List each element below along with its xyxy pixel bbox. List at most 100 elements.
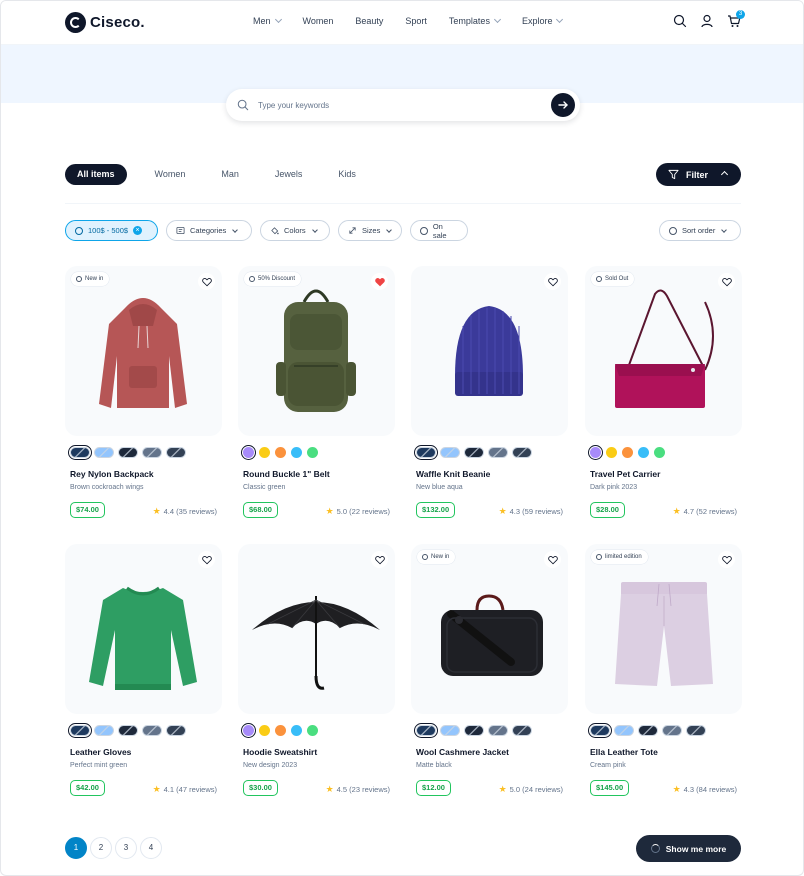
star-icon: ★ — [325, 784, 334, 794]
product-name[interactable]: Ella Leather Tote — [590, 747, 658, 757]
nav-label: Explore — [521, 16, 553, 26]
favorite-button[interactable] — [198, 551, 215, 568]
favorite-button[interactable] — [371, 551, 388, 568]
product-image[interactable] — [238, 266, 395, 436]
image-swatch[interactable] — [440, 725, 460, 736]
nav-templates[interactable]: Templates — [449, 15, 501, 26]
product-image[interactable] — [65, 266, 222, 436]
color-swatch[interactable] — [590, 447, 601, 458]
cart-icon[interactable]: 3 — [727, 10, 745, 28]
tab-women[interactable]: Women — [143, 164, 198, 185]
color-swatch[interactable] — [259, 447, 270, 458]
favorite-button[interactable] — [718, 273, 735, 290]
image-swatch[interactable] — [662, 725, 682, 736]
product-image[interactable] — [238, 544, 395, 714]
filter-icon — [668, 169, 679, 180]
tab-kids[interactable]: Kids — [326, 164, 368, 185]
categories-chip[interactable]: Categories — [166, 220, 252, 241]
nav-beauty[interactable]: Beauty — [355, 16, 383, 26]
color-swatch[interactable] — [275, 725, 286, 736]
badge-label: New in — [431, 554, 450, 560]
search-icon[interactable] — [673, 14, 687, 28]
product-name[interactable]: Leather Gloves — [70, 747, 131, 757]
colors-chip[interactable]: Colors — [260, 220, 330, 241]
image-swatch[interactable] — [118, 447, 138, 458]
search-submit-button[interactable] — [551, 93, 575, 117]
image-swatch[interactable] — [68, 445, 92, 460]
color-swatch[interactable] — [622, 447, 633, 458]
color-swatch[interactable] — [275, 447, 286, 458]
image-swatch[interactable] — [614, 725, 634, 736]
image-swatch[interactable] — [166, 447, 186, 458]
favorite-button[interactable] — [718, 551, 735, 568]
color-swatch[interactable] — [259, 725, 270, 736]
image-swatch[interactable] — [512, 447, 532, 458]
page-1-button[interactable]: 1 — [65, 837, 87, 859]
image-swatch[interactable] — [118, 725, 138, 736]
product-name[interactable]: Waffle Knit Beanie — [416, 469, 490, 479]
image-swatch[interactable] — [142, 447, 162, 458]
color-swatch[interactable] — [243, 725, 254, 736]
product-image[interactable] — [585, 544, 742, 714]
nav-sport[interactable]: Sport — [405, 16, 427, 26]
color-swatch[interactable] — [307, 447, 318, 458]
product-name[interactable]: Round Buckle 1" Belt — [243, 469, 330, 479]
product-image[interactable] — [411, 266, 568, 436]
tab-all-items[interactable]: All items — [65, 164, 127, 185]
product-name[interactable]: Rey Nylon Backpack — [70, 469, 154, 479]
clear-icon[interactable]: × — [133, 226, 143, 235]
nav-men[interactable]: Men — [253, 15, 282, 26]
image-swatch[interactable] — [414, 723, 438, 738]
image-swatch[interactable] — [488, 725, 508, 736]
favorite-button[interactable] — [544, 551, 561, 568]
filter-button[interactable]: Filter — [656, 163, 741, 186]
color-swatch[interactable] — [606, 447, 617, 458]
color-swatch[interactable] — [243, 447, 254, 458]
favorite-button[interactable] — [371, 273, 388, 290]
page-4-button[interactable]: 4 — [140, 837, 162, 859]
image-swatch[interactable] — [488, 447, 508, 458]
page-3-button[interactable]: 3 — [115, 837, 137, 859]
color-swatch[interactable] — [638, 447, 649, 458]
logo[interactable]: Ciseco. — [65, 12, 145, 33]
image-swatch[interactable] — [440, 447, 460, 458]
image-swatch[interactable] — [414, 445, 438, 460]
product-image[interactable] — [411, 544, 568, 714]
product-image[interactable] — [585, 266, 742, 436]
show-more-button[interactable]: Show me more — [636, 835, 741, 862]
color-swatch[interactable] — [291, 725, 302, 736]
on-sale-chip[interactable]: On sale — [410, 220, 468, 241]
color-swatch[interactable] — [307, 725, 318, 736]
favorite-button[interactable] — [198, 273, 215, 290]
nav-women[interactable]: Women — [303, 16, 334, 26]
image-swatch[interactable] — [512, 725, 532, 736]
product-name[interactable]: Travel Pet Carrier — [590, 469, 660, 479]
price-range-chip[interactable]: 100$ - 500$ × — [65, 220, 158, 241]
image-swatch[interactable] — [166, 725, 186, 736]
sizes-chip[interactable]: Sizes — [338, 220, 402, 241]
sort-order-chip[interactable]: Sort order — [659, 220, 741, 241]
image-swatch[interactable] — [68, 723, 92, 738]
nav-explore[interactable]: Explore — [521, 15, 564, 26]
color-swatch[interactable] — [291, 447, 302, 458]
tab-jewels[interactable]: Jewels — [263, 164, 315, 185]
color-swatch[interactable] — [654, 447, 665, 458]
favorite-button[interactable] — [544, 273, 561, 290]
page-2-button[interactable]: 2 — [90, 837, 112, 859]
image-swatch[interactable] — [94, 725, 114, 736]
image-swatch[interactable] — [94, 447, 114, 458]
image-swatch[interactable] — [588, 723, 612, 738]
product-rating: ★ 4.1 (47 reviews) — [153, 784, 217, 795]
search-input[interactable] — [258, 97, 538, 113]
product-image[interactable] — [65, 544, 222, 714]
tab-man[interactable]: Man — [209, 164, 251, 185]
image-swatch[interactable] — [686, 725, 706, 736]
product-name[interactable]: Wool Cashmere Jacket — [416, 747, 509, 757]
image-swatch[interactable] — [142, 725, 162, 736]
product-name[interactable]: Hoodie Sweatshirt — [243, 747, 317, 757]
user-icon[interactable] — [700, 14, 714, 28]
image-swatch[interactable] — [464, 725, 484, 736]
image-swatch[interactable] — [464, 447, 484, 458]
on-sale-label: On sale — [432, 221, 447, 240]
image-swatch[interactable] — [638, 725, 658, 736]
